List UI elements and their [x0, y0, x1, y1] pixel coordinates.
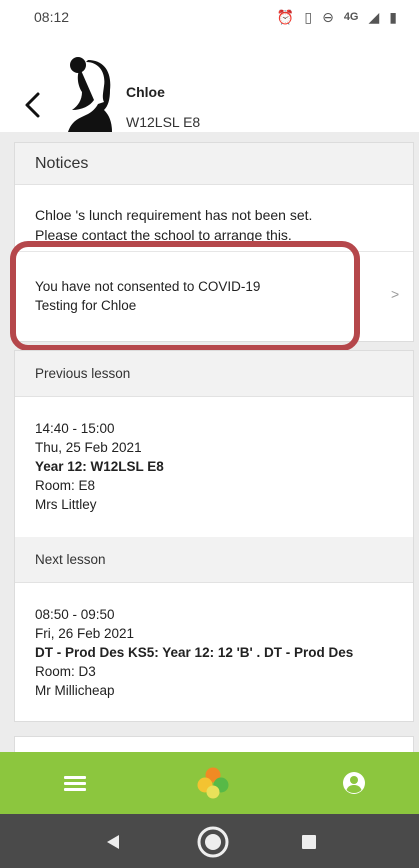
covid-notice-line1: You have not consented to COVID-19 [35, 279, 261, 294]
notices-card: Notices Chloe 's lunch requirement has n… [14, 142, 414, 342]
child-name: Chloe [126, 84, 165, 100]
covid-consent-notice[interactable]: You have not consented to COVID-19 Testi… [15, 251, 413, 315]
system-recents-icon[interactable] [302, 835, 316, 849]
lunch-notice-line1: Chloe 's lunch requirement has not been … [35, 207, 313, 223]
lunch-notice: Chloe 's lunch requirement has not been … [35, 205, 395, 245]
battery-icon: ▮ [389, 8, 397, 25]
notices-title: Notices [15, 143, 413, 185]
lessons-card: Previous lesson 14:40 - 15:00 Thu, 25 Fe… [14, 350, 414, 722]
next-lesson-time: 08:50 - 09:50 [35, 607, 115, 622]
next-lesson-teacher: Mr Millicheap [35, 683, 115, 698]
covid-notice-text: You have not consented to COVID-19 Testi… [35, 277, 260, 315]
vibrate-icon: ▯ [304, 8, 313, 25]
network-type: 4G [343, 11, 359, 23]
account-icon[interactable] [342, 771, 366, 795]
previous-lesson-title: Previous lesson [15, 351, 413, 397]
menu-icon[interactable] [64, 776, 86, 791]
next-lesson-title: Next lesson [15, 537, 413, 583]
avatar [68, 57, 112, 132]
android-nav-bar [0, 814, 419, 868]
lunch-notice-line2: Please contact the school to arrange thi… [35, 227, 292, 243]
system-back-icon[interactable] [106, 834, 120, 850]
previous-lesson-date: Thu, 25 Feb 2021 [35, 440, 142, 455]
signal-icon: ◢ [368, 8, 380, 25]
child-class: W12LSL E8 [126, 114, 201, 130]
next-lesson-date: Fri, 26 Feb 2021 [35, 626, 135, 641]
do-not-disturb-icon: ⊖ [322, 8, 334, 25]
system-home-icon[interactable] [196, 825, 230, 859]
child-header: Chloe W12LSL E8 [0, 34, 419, 132]
covid-notice-line2: Testing for Chloe [35, 298, 137, 313]
previous-lesson-details: 14:40 - 15:00 Thu, 25 Feb 2021 Year 12: … [15, 397, 413, 514]
status-bar: 08:12 ⏰ ▯ ⊖ 4G ◢ ▮ [0, 0, 419, 34]
previous-lesson-subject: Year 12: W12LSL E8 [35, 459, 164, 474]
app-logo-icon[interactable] [196, 766, 230, 800]
previous-lesson-room: Room: E8 [35, 478, 96, 493]
previous-lesson-time: 14:40 - 15:00 [35, 421, 115, 436]
next-lesson-subject: DT - Prod Des KS5: Year 12: 12 'B' . DT … [35, 645, 354, 660]
bottom-nav [0, 752, 419, 814]
back-arrow-icon[interactable] [22, 90, 44, 120]
status-time: 08:12 [34, 9, 70, 25]
previous-lesson-teacher: Mrs Littley [35, 497, 97, 512]
status-icons: ⏰ ▯ ⊖ 4G ◢ ▮ [277, 9, 397, 26]
next-lesson-details: 08:50 - 09:50 Fri, 26 Feb 2021 DT - Prod… [15, 583, 353, 700]
chevron-right-icon: > [391, 286, 400, 302]
alarm-icon: ⏰ [276, 8, 295, 25]
next-lesson-room: Room: D3 [35, 664, 96, 679]
